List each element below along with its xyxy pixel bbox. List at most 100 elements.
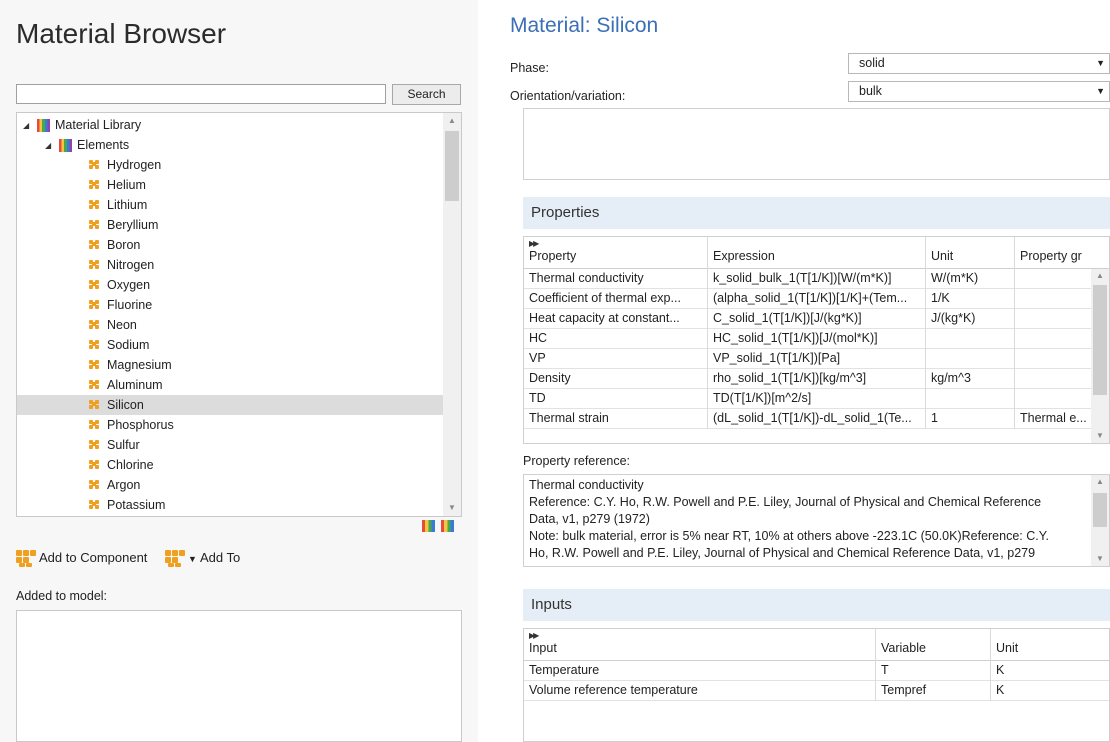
table-cell: TD: [524, 389, 708, 409]
scroll-down-icon[interactable]: ▼: [1091, 429, 1109, 443]
element-icon: [89, 360, 100, 371]
search-input[interactable]: [16, 84, 386, 104]
scroll-down-icon[interactable]: ▼: [443, 500, 461, 516]
table-row[interactable]: TD TD(T[1/K])[m^2/s]: [524, 389, 1109, 409]
column-header-property-group[interactable]: Property gr: [1015, 237, 1093, 269]
element-icon: [89, 400, 100, 411]
table-cell: Temperature: [524, 661, 876, 681]
reference-line: Reference: C.Y. Ho, R.W. Powell and P.E.…: [529, 495, 1042, 509]
tree-node-label: Boron: [107, 238, 141, 252]
material-browser-window: Material Browser Search ◢ Material Librar…: [0, 0, 1110, 742]
tree-node-label: Sodium: [107, 338, 150, 352]
table-cell: (dL_solid_1(T[1/K])-dL_solid_1(Te...: [708, 409, 926, 429]
properties-scrollbar[interactable]: ▲ ▼: [1091, 269, 1109, 443]
tree-node-element[interactable]: Boron: [17, 235, 445, 255]
property-reference-text[interactable]: Thermal conductivity Reference: C.Y. Ho,…: [523, 474, 1110, 567]
library-view-icon[interactable]: [441, 520, 454, 532]
table-cell: [1015, 349, 1093, 369]
column-header-variable[interactable]: Variable: [876, 629, 991, 661]
column-header-expression[interactable]: Expression: [708, 237, 926, 269]
tree-node-label: Phosphorus: [107, 418, 174, 432]
orientation-select[interactable]: bulk ▼: [848, 81, 1110, 102]
element-icon: [89, 340, 100, 351]
element-icon: [89, 200, 100, 211]
tree-node-element[interactable]: Neon: [17, 315, 445, 335]
search-button[interactable]: Search: [392, 84, 461, 105]
tree-node-element[interactable]: Magnesium: [17, 355, 445, 375]
tree-node-element[interactable]: Hydrogen: [17, 155, 445, 175]
table-row[interactable]: Thermal strain (dL_solid_1(T[1/K])-dL_sol…: [524, 409, 1109, 429]
scrollbar-thumb[interactable]: [1093, 285, 1107, 395]
table-row[interactable]: Volume reference temperature Tempref K: [524, 681, 1109, 701]
table-cell: [1015, 369, 1093, 389]
tree-node-element[interactable]: Silicon: [17, 395, 445, 415]
add-to-label: Add To: [199, 550, 241, 565]
tree-node-element[interactable]: Phosphorus: [17, 415, 445, 435]
add-library-icon[interactable]: [422, 520, 435, 532]
material-tree[interactable]: ◢ Material Library ◢ Elements Hydrogen Heli…: [16, 112, 462, 517]
tree-node-element[interactable]: Fluorine: [17, 295, 445, 315]
material-browser-panel: Material Browser Search ◢ Material Librar…: [0, 0, 478, 742]
tree-node-label: Argon: [107, 478, 141, 492]
table-row[interactable]: Coefficient of thermal exp... (alpha_soli…: [524, 289, 1109, 309]
scrollbar-thumb[interactable]: [445, 131, 459, 201]
table-row[interactable]: VP VP_solid_1(T[1/K])[Pa]: [524, 349, 1109, 369]
browser-title: Material Browser: [16, 18, 227, 49]
table-cell: 1: [926, 409, 1015, 429]
table-cell: [1015, 389, 1093, 409]
properties-table[interactable]: ▶▶ Property Expression Unit Property gr …: [523, 236, 1110, 444]
table-cell: K: [996, 663, 1005, 677]
table-row[interactable]: Density rho_solid_1(T[1/K])[kg/m^3] kg/m^3: [524, 369, 1109, 389]
tree-node-element[interactable]: Helium: [17, 175, 445, 195]
tree-node-element[interactable]: Beryllium: [17, 215, 445, 235]
table-cell: kg/m^3: [926, 369, 1015, 389]
element-icon: [89, 440, 100, 451]
table-row[interactable]: Thermal conductivity k_solid_bulk_1(T[1/K…: [524, 269, 1109, 289]
tree-node-element[interactable]: Argon: [17, 475, 445, 495]
tree-node-element[interactable]: Lithium: [17, 195, 445, 215]
tree-node-label: Hydrogen: [107, 158, 162, 172]
tree-node-element[interactable]: Chlorine: [17, 455, 445, 475]
tree-node-element[interactable]: Aluminum: [17, 375, 445, 395]
collapse-triangle-icon[interactable]: ◢: [45, 136, 55, 156]
added-to-model-list[interactable]: [16, 610, 462, 742]
column-header-input[interactable]: Input: [524, 629, 876, 661]
tree-scrollbar[interactable]: ▲ ▼: [443, 113, 461, 516]
reference-scrollbar[interactable]: ▲ ▼: [1091, 475, 1109, 566]
tree-node-label: Silicon: [107, 398, 144, 412]
tree-node-label: Chlorine: [107, 458, 154, 472]
add-to-dropdown-button[interactable]: ▼ Add To: [165, 548, 240, 569]
column-header-unit[interactable]: Unit: [991, 629, 1109, 661]
reference-line: Ho, R.W. Powell and P.E. Liley, Journal …: [529, 546, 1036, 560]
tree-node-material-library[interactable]: ◢ Material Library: [17, 115, 445, 135]
inputs-table[interactable]: ▶▶ Input Variable Unit Temperature T K Volu…: [523, 628, 1110, 742]
table-cell: Thermal strain: [524, 409, 708, 429]
column-header-unit[interactable]: Unit: [926, 237, 1015, 269]
element-icon: [16, 550, 36, 568]
table-row[interactable]: Temperature T K: [524, 661, 1109, 681]
add-to-component-button[interactable]: Add to Component: [16, 548, 147, 568]
tree-node-label: Potassium: [107, 498, 166, 512]
table-cell: K: [996, 683, 1005, 697]
column-header-property[interactable]: Property: [524, 237, 708, 269]
scroll-down-icon[interactable]: ▼: [1091, 552, 1109, 566]
scrollbar-thumb[interactable]: [1093, 493, 1107, 527]
table-row[interactable]: HC HC_solid_1(T[1/K])[J/(mol*K)]: [524, 329, 1109, 349]
table-row[interactable]: Heat capacity at constant... C_solid_1(T[…: [524, 309, 1109, 329]
scroll-up-icon[interactable]: ▲: [443, 113, 461, 129]
tree-node-element[interactable]: Sulfur: [17, 435, 445, 455]
orientation-value: bulk: [859, 84, 882, 98]
tree-node-elements[interactable]: ◢ Elements: [17, 135, 445, 155]
tree-node-element[interactable]: Potassium: [17, 495, 445, 515]
element-icon: [89, 300, 100, 311]
tree-node-element[interactable]: Sodium: [17, 335, 445, 355]
collapse-triangle-icon[interactable]: ◢: [23, 116, 33, 136]
element-icon: [89, 320, 100, 331]
tree-node-element[interactable]: Nitrogen: [17, 255, 445, 275]
scroll-up-icon[interactable]: ▲: [1091, 475, 1109, 489]
phase-select[interactable]: solid ▼: [848, 53, 1110, 74]
table-cell: [926, 349, 1015, 369]
tree-node-element[interactable]: Oxygen: [17, 275, 445, 295]
tree-node-label: Nitrogen: [107, 258, 155, 272]
scroll-up-icon[interactable]: ▲: [1091, 269, 1109, 283]
